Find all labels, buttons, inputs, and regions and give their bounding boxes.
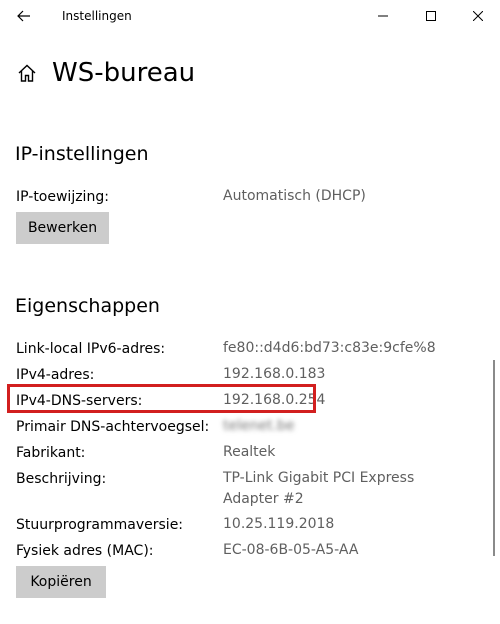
mac-address-label: Fysiek adres (MAC): — [16, 543, 154, 559]
maximize-icon — [426, 11, 436, 21]
title-bar: Instellingen — [0, 0, 500, 33]
window-title: Instellingen — [62, 9, 132, 23]
link-local-ipv6-value: fe80::d4d6:bd73:c83e:9cfe%8 — [223, 340, 436, 356]
ip-assignment-value: Automatisch (DHCP) — [223, 188, 366, 204]
driver-version-label: Stuurprogrammaversie: — [16, 517, 184, 533]
close-button[interactable] — [455, 0, 500, 32]
back-button[interactable] — [8, 4, 40, 28]
description-value: TP-Link Gigabit PCI Express Adapter #2 — [223, 470, 415, 507]
page-header: WS-bureau — [16, 58, 195, 88]
manufacturer-label: Fabrikant: — [16, 445, 86, 461]
copy-button[interactable]: Kopiëren — [16, 566, 106, 598]
settings-window: Instellingen WS-bureau IP-instellingen I… — [0, 0, 500, 624]
ipv4-address-label: IPv4-adres: — [16, 367, 95, 383]
link-local-ipv6-label: Link-local IPv6-adres: — [16, 341, 166, 357]
page-title: WS-bureau — [52, 58, 196, 88]
dns-highlight-box — [7, 384, 316, 413]
minimize-icon — [378, 15, 388, 17]
scrollbar[interactable] — [493, 360, 495, 556]
close-icon — [473, 11, 483, 21]
ip-settings-heading: IP-instellingen — [15, 143, 149, 165]
arrow-left-icon — [17, 10, 30, 22]
description-label: Beschrijving: — [16, 471, 107, 487]
driver-version-value: 10.25.119.2018 — [223, 516, 335, 532]
ipv4-address-value: 192.168.0.183 — [223, 366, 326, 382]
ip-assignment-label: IP-toewijzing: — [16, 189, 109, 205]
maximize-button[interactable] — [408, 0, 454, 32]
edit-button[interactable]: Bewerken — [16, 212, 109, 244]
home-icon — [16, 62, 38, 84]
minimize-button[interactable] — [360, 0, 406, 32]
properties-heading: Eigenschappen — [15, 295, 160, 317]
manufacturer-value: Realtek — [223, 444, 276, 460]
mac-address-value: EC-08-6B-05-A5-AA — [223, 542, 359, 558]
primary-dns-suffix-value: telenet.be — [223, 418, 295, 434]
primary-dns-suffix-label: Primair DNS-achtervoegsel: — [16, 419, 210, 435]
